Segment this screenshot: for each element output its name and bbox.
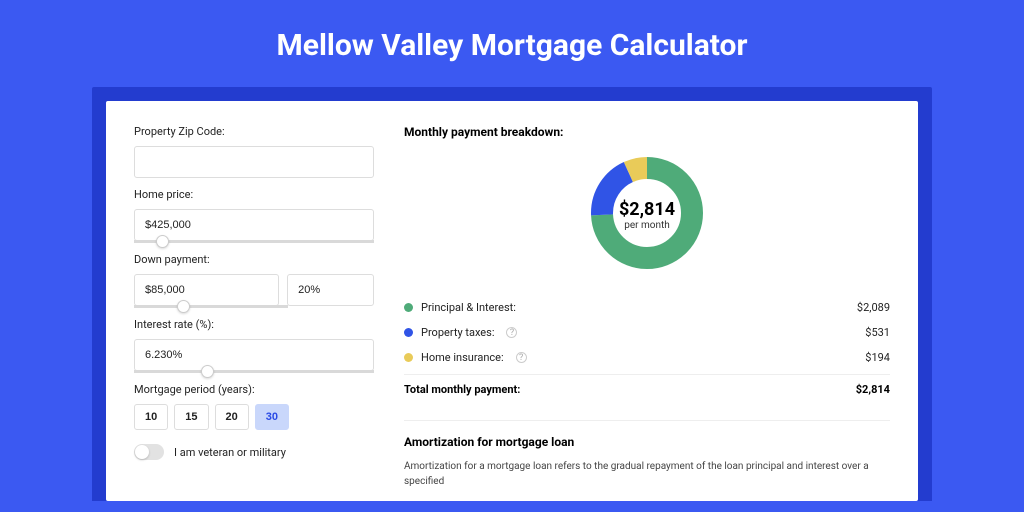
legend-row-principal: Principal & Interest: $2,089	[404, 295, 890, 320]
zip-label: Property Zip Code:	[134, 125, 374, 138]
home-price-group: Home price:	[134, 188, 374, 243]
veteran-label: I am veteran or military	[174, 446, 286, 459]
amortization-title: Amortization for mortgage loan	[404, 435, 890, 449]
legend-label-principal: Principal & Interest:	[421, 301, 516, 314]
legend-label-insurance: Home insurance:	[421, 351, 504, 364]
period-btn-20[interactable]: 20	[215, 404, 249, 430]
home-price-slider[interactable]	[134, 240, 374, 243]
down-payment-slider[interactable]	[134, 305, 288, 308]
info-icon[interactable]: ?	[506, 327, 517, 338]
form-panel: Property Zip Code: Home price: Down paym…	[134, 125, 374, 477]
down-payment-pct-input[interactable]	[287, 274, 374, 306]
interest-label: Interest rate (%):	[134, 318, 374, 331]
down-payment-label: Down payment:	[134, 253, 374, 266]
down-payment-input[interactable]	[134, 274, 279, 306]
calculator-card: Property Zip Code: Home price: Down paym…	[106, 101, 918, 501]
home-price-label: Home price:	[134, 188, 374, 201]
period-group: Mortgage period (years): 10 15 20 30	[134, 383, 374, 430]
donut-chart-wrap: $2,814 per month	[404, 153, 890, 277]
veteran-row: I am veteran or military	[134, 444, 374, 460]
down-payment-group: Down payment:	[134, 253, 374, 308]
period-row: 10 15 20 30	[134, 404, 374, 430]
donut-sub: per month	[619, 220, 675, 231]
interest-slider[interactable]	[134, 370, 374, 373]
amortization-section: Amortization for mortgage loan Amortizat…	[404, 420, 890, 489]
legend-value-taxes: $531	[865, 326, 890, 339]
legend-row-taxes: Property taxes: ? $531	[404, 320, 890, 345]
period-btn-30[interactable]: 30	[255, 404, 289, 430]
breakdown-title: Monthly payment breakdown:	[404, 125, 890, 139]
dot-icon-principal	[404, 303, 413, 312]
zip-input[interactable]	[134, 146, 374, 178]
total-label: Total monthly payment:	[404, 383, 520, 396]
page-title: Mellow Valley Mortgage Calculator	[0, 0, 1024, 87]
legend-label-taxes: Property taxes:	[421, 326, 494, 339]
dot-icon-insurance	[404, 353, 413, 362]
down-payment-slider-thumb[interactable]	[177, 300, 190, 313]
info-icon[interactable]: ?	[516, 352, 527, 363]
donut-amount: $2,814	[619, 199, 675, 220]
period-btn-10[interactable]: 10	[134, 404, 168, 430]
total-value: $2,814	[856, 383, 890, 396]
legend-value-principal: $2,089	[857, 301, 890, 314]
card-outer: Property Zip Code: Home price: Down paym…	[92, 87, 932, 501]
period-label: Mortgage period (years):	[134, 383, 374, 396]
interest-input[interactable]	[134, 339, 374, 371]
interest-slider-thumb[interactable]	[201, 365, 214, 378]
legend-row-insurance: Home insurance: ? $194	[404, 345, 890, 370]
home-price-slider-thumb[interactable]	[156, 235, 169, 248]
interest-group: Interest rate (%):	[134, 318, 374, 373]
dot-icon-taxes	[404, 328, 413, 337]
breakdown-panel: Monthly payment breakdown: $2,814 per mo…	[404, 125, 890, 477]
legend-value-insurance: $194	[865, 351, 890, 364]
donut-center: $2,814 per month	[619, 199, 675, 231]
period-btn-15[interactable]: 15	[174, 404, 208, 430]
veteran-toggle[interactable]	[134, 444, 164, 460]
zip-field-group: Property Zip Code:	[134, 125, 374, 178]
total-row: Total monthly payment: $2,814	[404, 374, 890, 404]
home-price-input[interactable]	[134, 209, 374, 241]
donut-chart: $2,814 per month	[587, 153, 707, 277]
amortization-text: Amortization for a mortgage loan refers …	[404, 459, 890, 489]
veteran-toggle-knob	[135, 445, 149, 459]
